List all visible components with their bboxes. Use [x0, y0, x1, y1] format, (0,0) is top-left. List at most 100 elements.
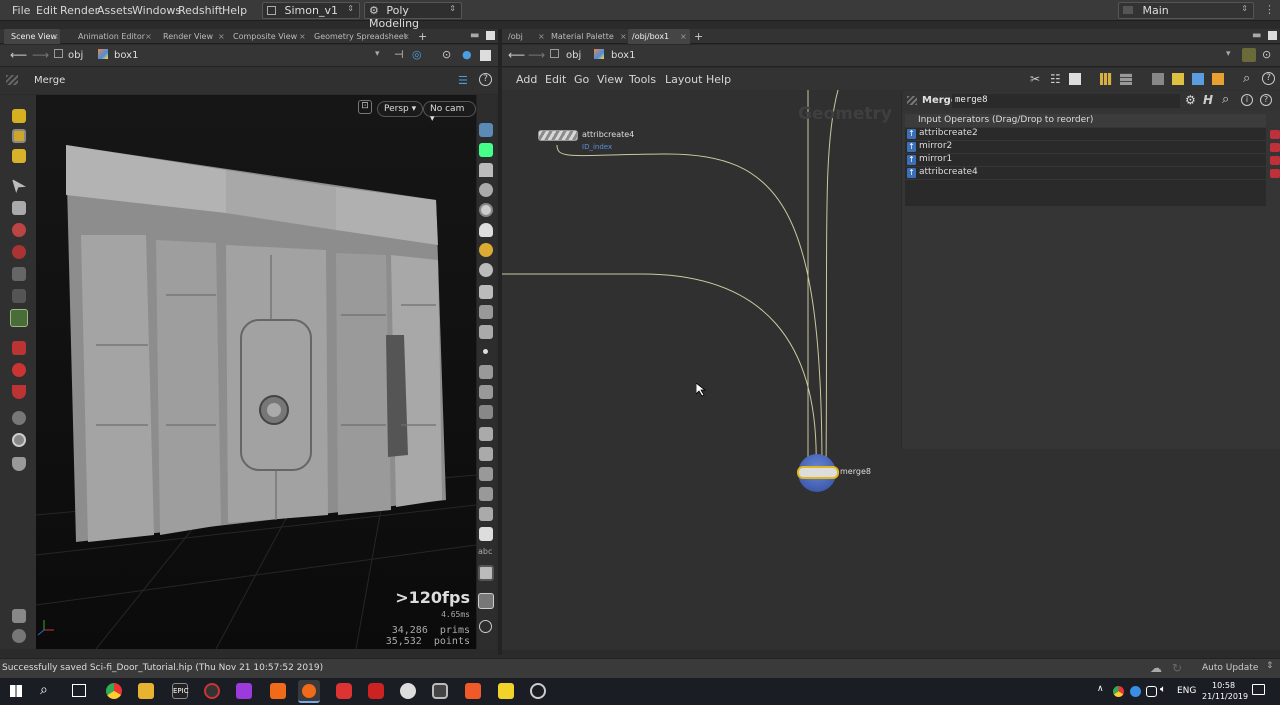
update-mode-dropdown[interactable]: Auto Update — [1202, 663, 1258, 673]
wire-icon[interactable] — [479, 487, 493, 501]
maximize-icon[interactable] — [1268, 31, 1277, 40]
path-box1[interactable]: box1 — [98, 49, 138, 64]
node-name-field[interactable]: merge8 — [952, 94, 1180, 108]
light-icon[interactable] — [12, 609, 26, 623]
number-display-icon[interactable] — [479, 405, 493, 419]
recorder-icon[interactable] — [204, 683, 220, 699]
clock-date[interactable]: 21/11/2019 — [1202, 692, 1248, 701]
input-row[interactable]: ↑ mirror2 — [905, 141, 1280, 154]
add-tab-icon[interactable]: + — [694, 30, 703, 43]
camera-dropdown[interactable]: No cam ▾ — [423, 101, 476, 124]
file-explorer-icon[interactable] — [138, 683, 154, 699]
help-icon[interactable]: ? — [479, 73, 492, 86]
modeling-tool-icon[interactable] — [10, 309, 28, 327]
reference-icon[interactable] — [478, 593, 494, 609]
attribcreate-node[interactable] — [538, 130, 578, 141]
language-indicator[interactable]: ENG — [1177, 686, 1196, 696]
menu-layout[interactable]: Layout — [665, 73, 702, 86]
menu-assets[interactable]: Assets — [97, 4, 133, 17]
tree-view-icon[interactable]: ☷ — [1050, 72, 1061, 86]
chrome-icon[interactable] — [106, 683, 122, 699]
houdini-icon[interactable] — [270, 683, 286, 699]
info-icon[interactable] — [479, 620, 492, 633]
magnet-icon[interactable] — [12, 385, 26, 399]
add-tab-icon[interactable]: + — [418, 30, 427, 43]
square-icon[interactable] — [479, 527, 493, 541]
volume-icon[interactable]: 🔈︎ — [1160, 684, 1166, 695]
camera-app-icon[interactable] — [432, 683, 448, 699]
rotate-icon[interactable] — [12, 223, 26, 237]
desktop-dropdown[interactable]: Simon_v1 ⇕ — [262, 2, 360, 19]
tools-icon[interactable]: ✂ — [1030, 72, 1040, 86]
chevron-up-icon[interactable]: ∧ — [1097, 684, 1104, 694]
help-icon[interactable]: ? — [1262, 72, 1275, 85]
hda-icon[interactable]: H — [1203, 93, 1213, 107]
link-icon[interactable]: ⊙ — [1262, 48, 1271, 61]
tab-obj[interactable]: /obj × — [504, 29, 548, 44]
close-icon[interactable]: × — [680, 32, 687, 41]
close-icon[interactable]: × — [620, 32, 627, 41]
camera-lock-button[interactable]: ⊡ — [358, 100, 372, 114]
camera-icon[interactable] — [12, 629, 26, 643]
display-icon[interactable] — [480, 50, 491, 61]
point-display-icon[interactable] — [483, 349, 488, 354]
help-icon[interactable]: ? — [1260, 94, 1272, 106]
pointer-icon[interactable] — [12, 179, 26, 193]
clock-time[interactable]: 10:58 — [1212, 681, 1235, 690]
network-view-icon[interactable] — [1152, 73, 1164, 85]
render-region-icon[interactable] — [12, 457, 26, 471]
menu-edit[interactable]: Edit — [36, 4, 57, 17]
search-icon[interactable]: ⌕ — [40, 682, 48, 698]
gear-icon[interactable]: ⚙ — [1185, 93, 1196, 107]
tab-geometry-spreadsheet[interactable]: Geometry Spreadsheet × — [308, 29, 412, 44]
pane-menu-icon[interactable]: ▬ — [1252, 30, 1261, 41]
input-row[interactable]: ↑ mirror1 — [905, 154, 1280, 167]
cloud-app-icon[interactable] — [400, 683, 416, 699]
search-icon[interactable]: ⌕ — [1243, 71, 1250, 86]
menu-edit[interactable]: Edit — [545, 73, 566, 86]
list-view-icon[interactable] — [1069, 73, 1081, 85]
notifications-icon[interactable] — [1252, 684, 1265, 695]
pane-splitter[interactable] — [498, 29, 502, 655]
cloud-tray-icon[interactable] — [1130, 686, 1141, 697]
workspace-dropdown[interactable]: Main ⇕ — [1118, 2, 1254, 19]
close-icon[interactable]: × — [538, 32, 545, 41]
text-display-icon[interactable]: abc — [478, 547, 494, 561]
menu-help[interactable]: Help — [706, 73, 731, 86]
seam-icon[interactable] — [479, 447, 493, 461]
menu-redshift[interactable]: Redshift — [178, 4, 223, 17]
pane-menu-icon[interactable]: ▬ — [470, 30, 479, 41]
remove-input-icon[interactable] — [1270, 169, 1280, 178]
wireframe-icon[interactable] — [479, 203, 493, 217]
menu-tools[interactable]: Tools — [629, 73, 656, 86]
menu-overflow-icon[interactable]: ⋮ — [1264, 3, 1275, 16]
tab-render-view[interactable]: Render View × — [156, 29, 226, 44]
tab-animation-editor[interactable]: Animation Editor × — [70, 29, 154, 44]
jump-to-node-icon[interactable]: ↑ — [907, 129, 916, 139]
pin-icon[interactable] — [479, 263, 493, 277]
close-icon[interactable]: × — [403, 32, 410, 41]
move-icon[interactable] — [12, 201, 26, 215]
menu-go[interactable]: Go — [574, 73, 589, 86]
menu-help[interactable]: Help — [222, 4, 247, 17]
snapshot-icon[interactable]: ⊙ — [442, 48, 451, 61]
headlight-icon[interactable] — [479, 243, 493, 257]
image-icon[interactable] — [1192, 73, 1204, 85]
lasso-icon[interactable] — [12, 289, 26, 303]
chevron-down-icon[interactable]: ▾ — [375, 49, 380, 59]
tab-material-palette[interactable]: Material Palette × — [548, 29, 628, 44]
jump-to-node-icon[interactable]: ↑ — [907, 168, 916, 178]
vector-icon[interactable] — [479, 385, 493, 399]
chat-icon[interactable]: ☁ — [1150, 661, 1162, 675]
pin-icon[interactable] — [1242, 48, 1256, 62]
substance-designer-icon[interactable] — [336, 683, 352, 699]
path-obj[interactable]: obj — [550, 49, 581, 64]
menu-add[interactable]: Add — [516, 73, 537, 86]
handle-tool-icon[interactable] — [12, 149, 26, 163]
pin-icon[interactable]: ⊣ — [394, 48, 404, 61]
visibility-icon[interactable] — [12, 411, 26, 425]
globe-icon[interactable]: ● — [462, 48, 472, 61]
visualizer-icon[interactable] — [479, 143, 493, 157]
forward-arrow-icon[interactable]: ⟶ — [32, 48, 49, 62]
background-image-icon[interactable] — [478, 565, 494, 581]
